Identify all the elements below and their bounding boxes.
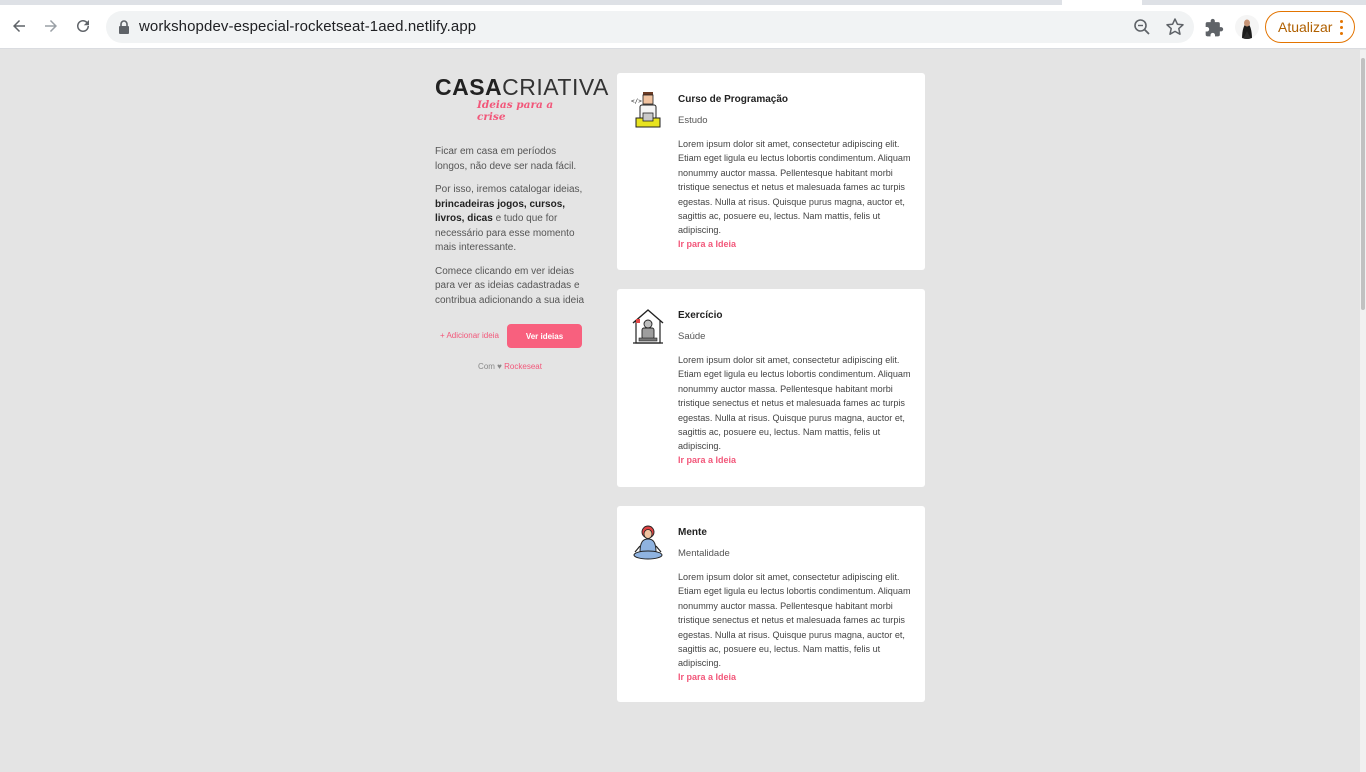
puzzle-icon[interactable] bbox=[1204, 18, 1224, 38]
home-exercise-icon bbox=[632, 309, 664, 344]
meditation-icon bbox=[633, 525, 663, 560]
add-idea-link[interactable]: + Adicionar ideia bbox=[440, 331, 499, 340]
update-label: Atualizar bbox=[1278, 19, 1333, 35]
url-text[interactable]: workshopdev-especial-rocketseat-1aed.net… bbox=[139, 18, 476, 35]
intro-paragraph-1: Ficar em casa em períodos longos, não de… bbox=[435, 146, 577, 172]
go-to-idea-link[interactable]: Ir para a Ideia bbox=[678, 671, 913, 683]
idea-category: Mentalidade bbox=[678, 548, 730, 559]
idea-category: Estudo bbox=[678, 115, 708, 126]
lock-icon[interactable] bbox=[117, 19, 131, 35]
idea-title: Curso de Programação bbox=[678, 94, 789, 105]
sidebar: CASACRIATIVA Ideias para a crise Ficar e… bbox=[435, 74, 609, 348]
idea-card: Mente Mentalidade Lorem ipsum dolor sit … bbox=[617, 506, 925, 702]
programmer-icon: </> bbox=[631, 92, 661, 128]
page-scrollbar[interactable] bbox=[1360, 50, 1366, 772]
back-button[interactable] bbox=[4, 11, 34, 41]
idea-card-body: Exercício Saúde Lorem ipsum dolor sit am… bbox=[678, 309, 913, 466]
footer-credit: Com ♥ Rockeseat bbox=[478, 362, 542, 371]
idea-card-body: Mente Mentalidade Lorem ipsum dolor sit … bbox=[678, 526, 913, 683]
star-icon[interactable] bbox=[1165, 17, 1185, 37]
intro-paragraph-3: Comece clicando em ver ideias para ver a… bbox=[435, 265, 584, 306]
browser-toolbar: workshopdev-especial-rocketseat-1aed.net… bbox=[0, 5, 1366, 49]
back-arrow-icon bbox=[13, 20, 25, 32]
logo: CASACRIATIVA bbox=[435, 74, 609, 100]
reload-button[interactable] bbox=[68, 11, 98, 41]
idea-card: Exercício Saúde Lorem ipsum dolor sit am… bbox=[617, 289, 925, 487]
zoom-icon[interactable] bbox=[1132, 17, 1152, 37]
page-viewport: CASACRIATIVA Ideias para a crise Ficar e… bbox=[0, 50, 1360, 772]
go-to-idea-link[interactable]: Ir para a Ideia bbox=[678, 454, 913, 466]
idea-description: Lorem ipsum dolor sit amet, consectetur … bbox=[678, 355, 911, 452]
reload-icon bbox=[77, 20, 89, 32]
kebab-menu-icon[interactable] bbox=[1340, 20, 1344, 36]
idea-card-body: Curso de Programação Estudo Lorem ipsum … bbox=[678, 93, 913, 250]
heart-icon: ♥ bbox=[497, 362, 502, 371]
idea-category: Saúde bbox=[678, 331, 706, 342]
idea-title: Mente bbox=[678, 527, 707, 538]
logo-tagline: Ideias para a crise bbox=[477, 99, 554, 123]
svg-text:</>: </> bbox=[631, 98, 642, 105]
profile-avatar[interactable] bbox=[1235, 15, 1259, 39]
idea-title: Exercício bbox=[678, 310, 723, 321]
see-ideas-button[interactable]: Ver ideias bbox=[507, 324, 582, 348]
intro-paragraph-2: Por isso, iremos catalogar ideias, brinc… bbox=[435, 184, 583, 253]
update-button[interactable]: Atualizar bbox=[1265, 11, 1355, 43]
go-to-idea-link[interactable]: Ir para a Ideia bbox=[678, 238, 913, 250]
idea-card: </> Curso de Programação Estudo Lorem ip… bbox=[617, 73, 925, 270]
forward-arrow-icon bbox=[45, 20, 57, 32]
idea-description: Lorem ipsum dolor sit amet, consectetur … bbox=[678, 139, 911, 236]
address-bar[interactable]: workshopdev-especial-rocketseat-1aed.net… bbox=[106, 11, 1194, 43]
intro-text: Ficar em casa em períodos longos, não de… bbox=[435, 145, 585, 308]
scrollbar-thumb[interactable] bbox=[1361, 58, 1365, 310]
forward-button[interactable] bbox=[36, 11, 66, 41]
idea-description: Lorem ipsum dolor sit amet, consectetur … bbox=[678, 572, 911, 669]
rocketseat-link[interactable]: Rockeseat bbox=[504, 362, 542, 371]
sidebar-actions: + Adicionar ideia Ver ideias bbox=[435, 324, 585, 348]
avatar-icon bbox=[1235, 15, 1259, 39]
